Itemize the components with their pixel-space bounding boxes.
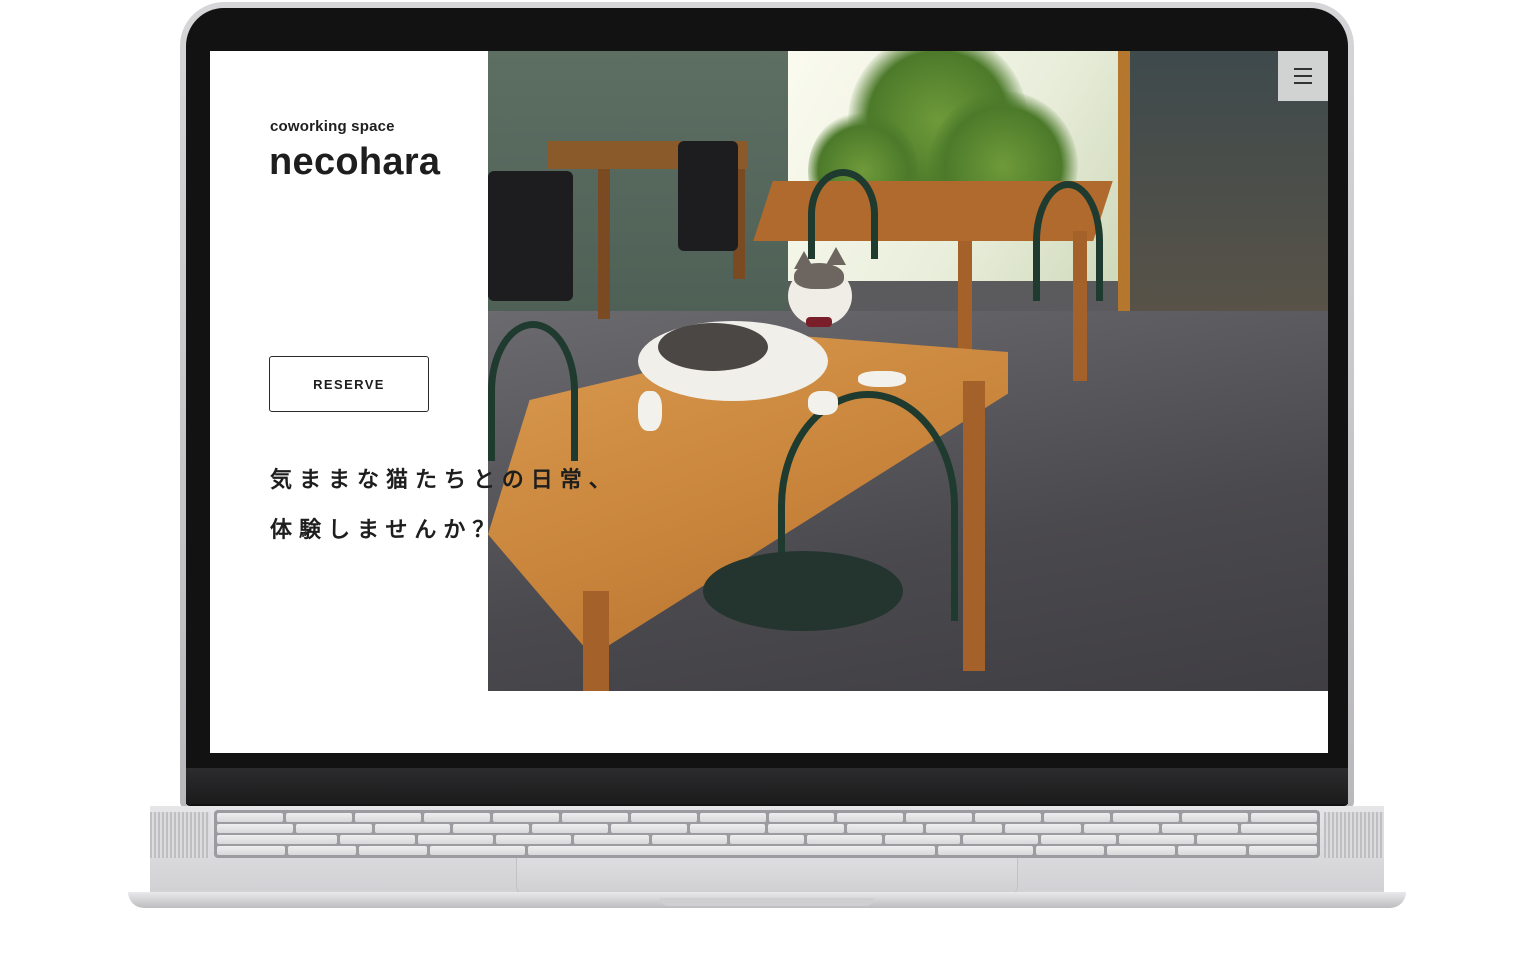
catchphrase-line-1: 気ままな猫たちとの日常、 xyxy=(270,468,618,493)
keyboard xyxy=(214,810,1320,858)
laptop-mockup: coworking space necohara RESERVE 気ままな猫たち… xyxy=(0,0,1534,964)
hero-image xyxy=(488,51,1328,691)
hero-catchphrase: 気ままな猫たちとの日常、 体験しませんか？ xyxy=(270,456,618,556)
reserve-button[interactable]: RESERVE xyxy=(269,356,429,412)
catchphrase-line-2: 体験しませんか？ xyxy=(270,518,502,543)
site-subtitle: coworking space xyxy=(270,118,395,135)
lid-opening-notch xyxy=(660,898,874,906)
speaker-grille-left xyxy=(150,812,210,858)
screen-chin xyxy=(186,768,1348,804)
website-screen: coworking space necohara RESERVE 気ままな猫たち… xyxy=(210,51,1328,753)
speaker-grille-right xyxy=(1324,812,1384,858)
site-logo-title[interactable]: necohara xyxy=(269,141,440,184)
hamburger-menu-icon[interactable] xyxy=(1278,51,1328,101)
trackpad xyxy=(516,858,1018,896)
